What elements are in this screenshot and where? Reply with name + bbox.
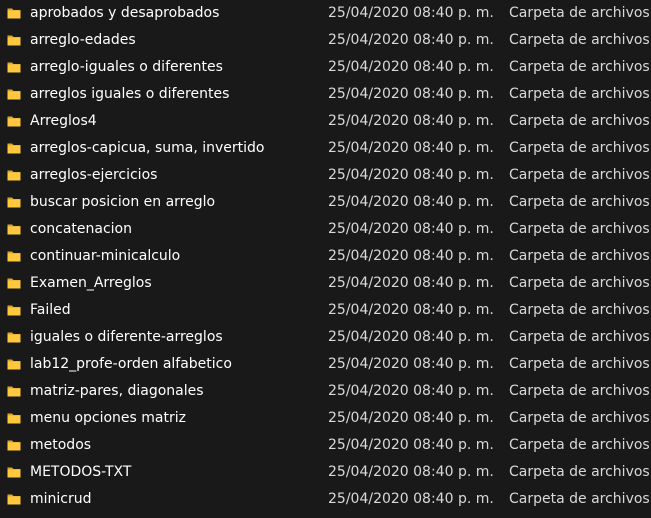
folder-icon — [7, 114, 21, 128]
folder-icon — [7, 60, 21, 74]
folder-name: METODOS-TXT — [30, 464, 132, 480]
folder-name: minicrud — [30, 491, 92, 507]
folder-row[interactable]: minicrud 25/04/2020 08:40 p. m. Carpeta de… — [0, 486, 651, 513]
folder-icon — [7, 141, 21, 155]
folder-name: metodos — [30, 437, 92, 453]
folder-icon — [7, 222, 21, 236]
folder-modified-date: 25/04/2020 08:40 p. m. — [328, 329, 494, 345]
folder-row[interactable]: matriz-pares, diagonales 25/04/2020 08:40… — [0, 378, 651, 405]
folder-modified-date: 25/04/2020 08:40 p. m. — [328, 194, 494, 210]
folder-row[interactable]: metodos 25/04/2020 08:40 p. m. Carpeta de … — [0, 432, 651, 459]
folder-row[interactable]: arreglos iguales o diferentes 25/04/2020 … — [0, 81, 651, 108]
folder-type: Carpeta de archivos — [509, 437, 650, 453]
folder-icon — [7, 357, 21, 371]
folder-type: Carpeta de archivos — [509, 59, 650, 75]
folder-row[interactable]: continuar-minicalculo 25/04/2020 08:40 p.… — [0, 243, 651, 270]
folder-type: Carpeta de archivos — [509, 32, 650, 48]
folder-row[interactable]: menu opciones matriz 25/04/2020 08:40 p. … — [0, 405, 651, 432]
folder-modified-date: 25/04/2020 08:40 p. m. — [328, 248, 494, 264]
folder-modified-date: 25/04/2020 08:40 p. m. — [328, 32, 494, 48]
folder-icon — [7, 492, 21, 506]
folder-icon — [7, 276, 21, 290]
folder-row[interactable]: arreglo-iguales o diferentes 25/04/2020 0… — [0, 54, 651, 81]
folder-modified-date: 25/04/2020 08:40 p. m. — [328, 167, 494, 183]
folder-name: lab12_profe-orden alfabetico — [30, 356, 232, 372]
folder-name: concatenacion — [30, 221, 132, 237]
folder-row[interactable]: concatenacion 25/04/2020 08:40 p. m. Carpe… — [0, 216, 651, 243]
folder-type: Carpeta de archivos — [509, 491, 650, 507]
folder-row[interactable]: Examen_Arreglos 25/04/2020 08:40 p. m. Car… — [0, 270, 651, 297]
folder-icon — [7, 168, 21, 182]
folder-type: Carpeta de archivos — [509, 248, 650, 264]
folder-modified-date: 25/04/2020 08:40 p. m. — [328, 221, 494, 237]
folder-name: continuar-minicalculo — [30, 248, 181, 264]
folder-row[interactable]: buscar posicion en arreglo 25/04/2020 08:… — [0, 189, 651, 216]
folder-icon — [7, 195, 21, 209]
folder-icon — [7, 465, 21, 479]
folder-type: Carpeta de archivos — [509, 410, 650, 426]
folder-name: Arreglos4 — [30, 113, 97, 129]
folder-name: arreglos iguales o diferentes — [30, 86, 230, 102]
folder-icon — [7, 384, 21, 398]
folder-type: Carpeta de archivos — [509, 329, 650, 345]
folder-name: matriz-pares, diagonales — [30, 383, 204, 399]
folder-row[interactable]: aprobados y desaprobados 25/04/2020 08:40… — [0, 0, 651, 27]
folder-type: Carpeta de archivos — [509, 194, 650, 210]
folder-name: Examen_Arreglos — [30, 275, 152, 291]
folder-name: Failed — [30, 302, 71, 318]
folder-modified-date: 25/04/2020 08:40 p. m. — [328, 410, 494, 426]
folder-name: arreglo-iguales o diferentes — [30, 59, 223, 75]
folder-name: arreglos-capicua, suma, invertido — [30, 140, 265, 156]
folder-icon — [7, 87, 21, 101]
folder-row[interactable]: Arreglos4 25/04/2020 08:40 p. m. Carpeta d… — [0, 108, 651, 135]
folder-name: arreglo-edades — [30, 32, 136, 48]
folder-icon — [7, 249, 21, 263]
folder-type: Carpeta de archivos — [509, 5, 650, 21]
folder-name: iguales o diferente-arreglos — [30, 329, 223, 345]
folder-row[interactable]: Failed 25/04/2020 08:40 p. m. Carpeta de a… — [0, 297, 651, 324]
folder-type: Carpeta de archivos — [509, 275, 650, 291]
folder-modified-date: 25/04/2020 08:40 p. m. — [328, 302, 494, 318]
folder-row[interactable]: METODOS-TXT 25/04/2020 08:40 p. m. Carpeta… — [0, 459, 651, 486]
folder-modified-date: 25/04/2020 08:40 p. m. — [328, 491, 494, 507]
folder-icon — [7, 411, 21, 425]
folder-name: arreglos-ejercicios — [30, 167, 158, 183]
folder-type: Carpeta de archivos — [509, 86, 650, 102]
folder-type: Carpeta de archivos — [509, 221, 650, 237]
folder-modified-date: 25/04/2020 08:40 p. m. — [328, 5, 494, 21]
folder-name: menu opciones matriz — [30, 410, 186, 426]
folder-type: Carpeta de archivos — [509, 464, 650, 480]
folder-icon — [7, 33, 21, 47]
folder-modified-date: 25/04/2020 08:40 p. m. — [328, 113, 494, 129]
folder-icon — [7, 6, 21, 20]
folder-type: Carpeta de archivos — [509, 113, 650, 129]
folder-row[interactable]: iguales o diferente-arreglos 25/04/2020 0… — [0, 324, 651, 351]
folder-modified-date: 25/04/2020 08:40 p. m. — [328, 59, 494, 75]
folder-row[interactable]: lab12_profe-orden alfabetico 25/04/2020 0… — [0, 351, 651, 378]
folder-type: Carpeta de archivos — [509, 356, 650, 372]
folder-modified-date: 25/04/2020 08:40 p. m. — [328, 140, 494, 156]
folder-name: buscar posicion en arreglo — [30, 194, 216, 210]
folder-name: aprobados y desaprobados — [30, 5, 220, 21]
folder-modified-date: 25/04/2020 08:40 p. m. — [328, 275, 494, 291]
folder-icon — [7, 303, 21, 317]
folder-modified-date: 25/04/2020 08:40 p. m. — [328, 86, 494, 102]
folder-icon — [7, 438, 21, 452]
folder-type: Carpeta de archivos — [509, 140, 650, 156]
folder-type: Carpeta de archivos — [509, 167, 650, 183]
folder-row[interactable]: arreglos-capicua, suma, invertido 25/04/2… — [0, 135, 651, 162]
file-list: aprobados y desaprobados 25/04/2020 08:40… — [0, 0, 651, 513]
folder-modified-date: 25/04/2020 08:40 p. m. — [328, 383, 494, 399]
folder-type: Carpeta de archivos — [509, 302, 650, 318]
folder-modified-date: 25/04/2020 08:40 p. m. — [328, 464, 494, 480]
folder-type: Carpeta de archivos — [509, 383, 650, 399]
folder-icon — [7, 330, 21, 344]
folder-modified-date: 25/04/2020 08:40 p. m. — [328, 356, 494, 372]
folder-row[interactable]: arreglo-edades 25/04/2020 08:40 p. m. Carp… — [0, 27, 651, 54]
folder-row[interactable]: arreglos-ejercicios 25/04/2020 08:40 p. m… — [0, 162, 651, 189]
folder-modified-date: 25/04/2020 08:40 p. m. — [328, 437, 494, 453]
